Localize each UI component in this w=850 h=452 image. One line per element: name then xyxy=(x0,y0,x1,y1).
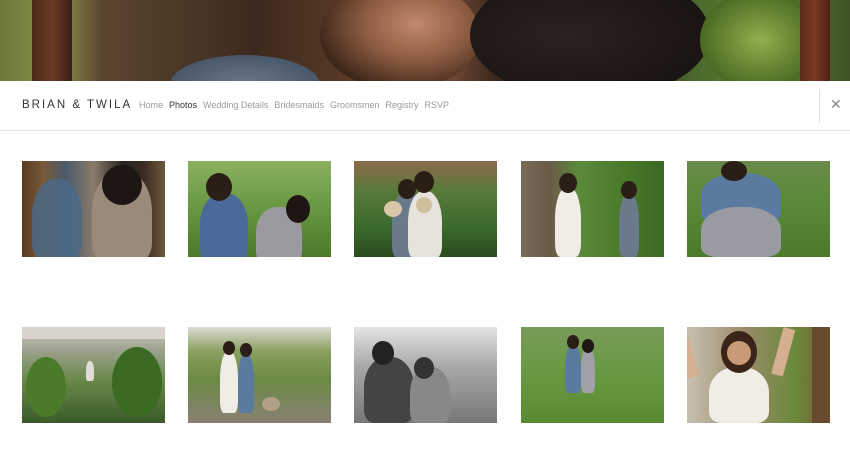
photo-head xyxy=(102,165,142,205)
photo-face xyxy=(727,341,751,365)
photo-head xyxy=(206,173,232,201)
hero-post-right xyxy=(800,0,830,81)
photo-head xyxy=(372,341,394,365)
photo-greenhouse[interactable] xyxy=(22,327,165,423)
nav-rsvp[interactable]: RSVP xyxy=(424,100,449,110)
close-icon[interactable]: ✕ xyxy=(830,95,850,115)
photo-figure xyxy=(709,367,769,423)
photo-figure xyxy=(364,357,414,423)
photo-figure xyxy=(238,353,254,413)
photo-couple-laughing[interactable] xyxy=(188,161,331,257)
photo-couple-hug-back[interactable] xyxy=(687,161,830,257)
photo-figure xyxy=(581,347,595,393)
nav-registry[interactable]: Registry xyxy=(385,100,418,110)
photo-figure xyxy=(220,351,238,413)
photo-figure xyxy=(200,193,248,257)
hero-face xyxy=(320,0,480,81)
main-nav: Home Photos Wedding Details Bridesmaids … xyxy=(139,100,455,110)
hero-shirt xyxy=(170,55,320,81)
nav-photos[interactable]: Photos xyxy=(169,100,197,110)
photo-figure xyxy=(565,345,581,393)
photo-figure xyxy=(619,193,639,257)
photo-couple-dogs[interactable] xyxy=(354,161,497,257)
photo-dog xyxy=(262,397,280,411)
photo-head xyxy=(414,357,434,379)
photo-post xyxy=(812,327,830,423)
hero-hair xyxy=(470,0,710,81)
photo-head xyxy=(240,343,252,357)
header-divider xyxy=(819,89,820,123)
photo-figure xyxy=(86,361,94,381)
nav-groomsmen[interactable]: Groomsmen xyxy=(330,100,380,110)
site-brand[interactable]: BRIAN & TWILA xyxy=(22,99,132,111)
photo-plant xyxy=(26,357,66,417)
photo-head xyxy=(721,161,747,181)
photo-couple-closeup[interactable] xyxy=(22,161,165,257)
photo-couple-hands[interactable] xyxy=(521,161,664,257)
hero-post-left xyxy=(32,0,72,81)
photo-head xyxy=(582,339,594,353)
photo-couple-piggyback[interactable] xyxy=(687,327,830,423)
nav-wedding-details[interactable]: Wedding Details xyxy=(203,100,268,110)
hero-banner xyxy=(0,0,850,81)
nav-home[interactable]: Home xyxy=(139,100,163,110)
photo-head xyxy=(621,181,637,199)
nav-bridesmaids[interactable]: Bridesmaids xyxy=(274,100,324,110)
photo-head xyxy=(567,335,579,349)
photo-arm xyxy=(687,327,699,379)
photo-dog xyxy=(416,197,432,213)
photo-dog xyxy=(384,201,402,217)
photo-couple-field-dance[interactable] xyxy=(521,327,664,423)
photo-figure xyxy=(32,179,82,257)
photo-couple-walking-dog[interactable] xyxy=(188,327,331,423)
site-header: BRIAN & TWILA Home Photos Wedding Detail… xyxy=(0,81,850,131)
photo-couple-bw[interactable] xyxy=(354,327,497,423)
photo-roof xyxy=(22,327,165,339)
photo-arm xyxy=(771,327,796,377)
photo-head xyxy=(414,171,434,193)
photo-head xyxy=(286,195,310,223)
photo-plant xyxy=(112,347,162,417)
photo-figure xyxy=(555,187,581,257)
photo-figure xyxy=(701,207,781,257)
photo-head xyxy=(559,173,577,193)
photo-head xyxy=(223,341,235,355)
